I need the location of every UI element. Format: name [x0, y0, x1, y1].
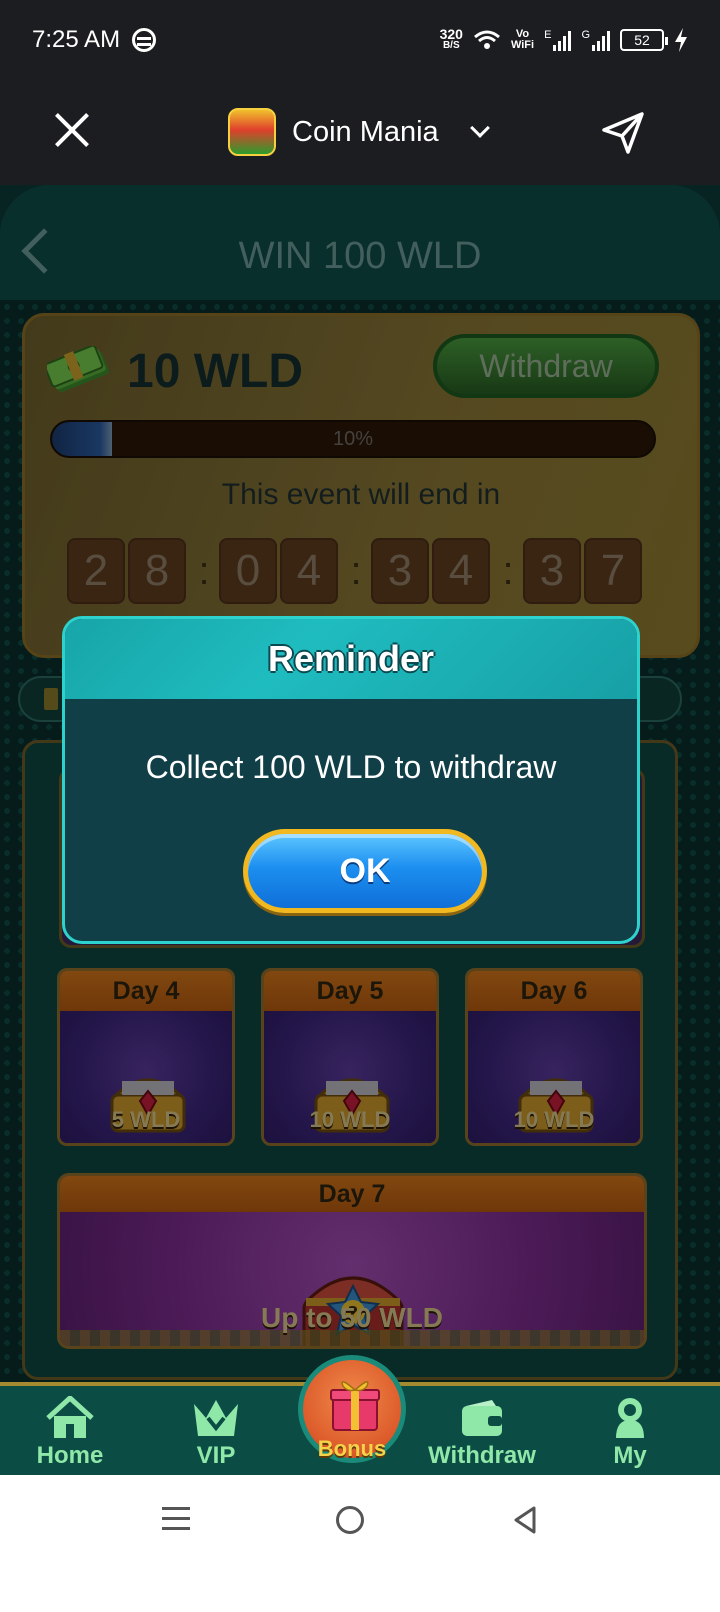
home-circle-icon[interactable]: [336, 1506, 364, 1534]
signal-icon-1: E: [544, 29, 572, 51]
wifi-icon: [474, 30, 500, 49]
nav-my-label: My: [613, 1442, 647, 1469]
home-icon: [46, 1396, 94, 1438]
share-send-icon[interactable]: [600, 110, 646, 156]
back-triangle-icon[interactable]: [510, 1505, 540, 1535]
profile-icon: [616, 1398, 644, 1438]
dialog-header: Reminder: [65, 619, 637, 699]
vowifi-icon: Vo WiFi: [510, 28, 535, 51]
dialog-message: Collect 100 WLD to withdraw: [145, 749, 557, 785]
crown-icon: [194, 1400, 238, 1436]
nav-my[interactable]: My: [570, 1396, 690, 1470]
ok-button-label: OK: [339, 851, 391, 890]
app-logo: [228, 108, 276, 156]
status-time-group: 7:25 AM: [32, 26, 157, 54]
status-bar: 7:25 AM 320 B/S Vo WiFi E G 52: [0, 0, 720, 80]
recent-apps-icon[interactable]: [162, 1507, 190, 1531]
network-speed-value: 320: [439, 26, 463, 42]
nav-bonus-label: Bonus: [317, 1436, 387, 1461]
ok-button[interactable]: OK: [243, 829, 487, 913]
nav-withdraw-label: Withdraw: [428, 1442, 536, 1469]
app-header: Coin Mania: [0, 80, 720, 185]
system-nav-bar: [0, 1475, 720, 1612]
app-name: Coin Mania: [292, 115, 439, 148]
close-icon[interactable]: [52, 110, 92, 150]
nav-vip[interactable]: VIP: [156, 1396, 276, 1470]
nav-vip-label: VIP: [196, 1442, 236, 1469]
status-icons: 320 B/S Vo WiFi E G 52: [439, 26, 688, 52]
signal-icon-2: G: [581, 29, 610, 51]
wallet-icon: [462, 1400, 502, 1436]
nav-home[interactable]: Home: [10, 1396, 130, 1470]
chevron-down-icon: [469, 118, 490, 138]
vpn-globe-icon: [132, 28, 157, 52]
dialog-title: Reminder: [267, 638, 435, 679]
nav-home-label: Home: [36, 1442, 104, 1469]
charging-icon: [675, 28, 687, 52]
reminder-dialog: Reminder Collect 100 WLD to withdraw OK: [62, 616, 640, 944]
network-speed-unit: B/S: [442, 40, 460, 51]
gift-box-icon: [330, 1381, 380, 1431]
nav-withdraw[interactable]: Withdraw: [422, 1396, 542, 1470]
battery-icon: 52: [620, 29, 668, 51]
network-speed: 320 B/S: [439, 26, 463, 52]
app-switcher[interactable]: Coin Mania: [228, 108, 490, 156]
status-time: 7:25 AM: [32, 26, 121, 53]
